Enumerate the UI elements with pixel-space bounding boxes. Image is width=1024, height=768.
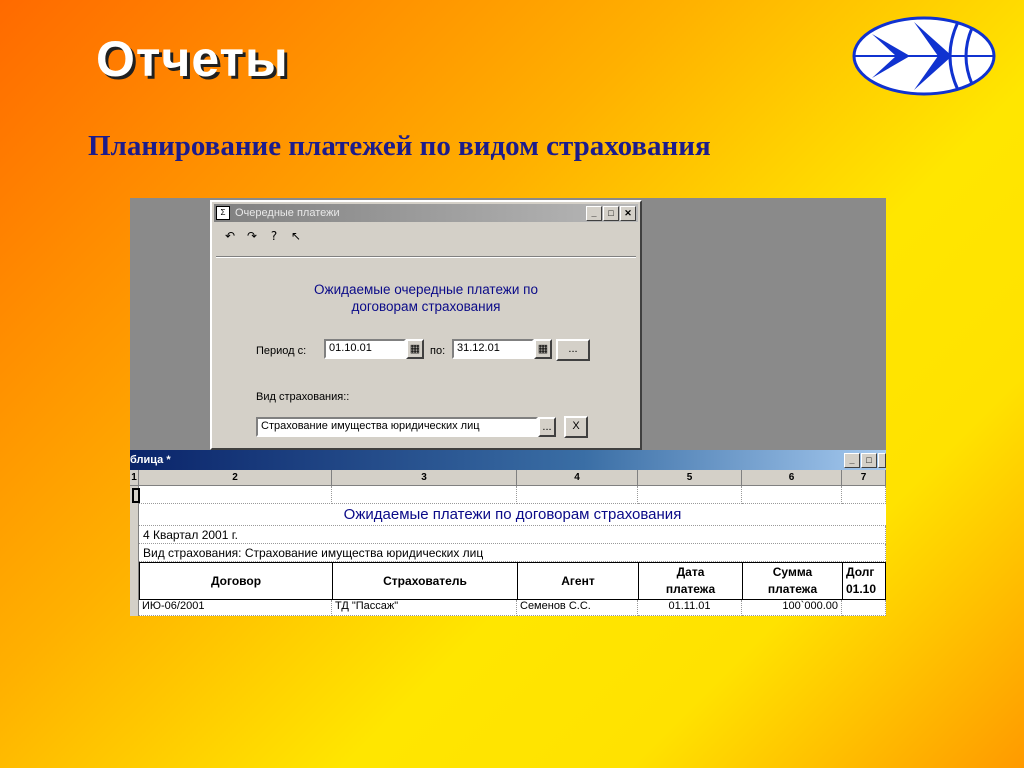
cell-payment-date[interactable]: 01.11.01 <box>638 600 742 616</box>
header-insurer: Страхователь <box>332 562 518 600</box>
column-header[interactable]: 4 <box>517 470 638 486</box>
header-payment-date: Дата платежа <box>638 562 743 600</box>
payments-dialog: Σ Очередные платежи _ □ ✕ ↶ ↷ ? ↖ Ожидае… <box>210 200 642 450</box>
period-to-input[interactable]: 31.12.01 <box>452 339 534 359</box>
grid-cell[interactable] <box>742 486 842 504</box>
grid-cell[interactable] <box>332 486 517 504</box>
insurance-type-select-button[interactable]: ... <box>538 417 556 437</box>
row-header-strip <box>130 486 139 616</box>
header-agent: Агент <box>517 562 639 600</box>
grid-cell[interactable] <box>638 486 742 504</box>
company-logo <box>852 16 996 96</box>
report-period: 4 Квартал 2001 г. <box>139 526 886 544</box>
table-minimize-button[interactable]: _ <box>844 452 860 468</box>
context-help-icon[interactable]: ↖ <box>288 228 304 244</box>
calendar-to-icon[interactable]: ▦ <box>534 339 552 359</box>
calendar-from-icon[interactable]: ▦ <box>406 339 424 359</box>
period-select-button[interactable]: ... <box>556 339 590 361</box>
column-header[interactable]: 1 <box>130 470 139 486</box>
dialog-title: Очередные платежи <box>235 207 340 219</box>
app-icon: Σ <box>216 206 230 220</box>
cell-contract[interactable]: ИЮ-06/2001 <box>139 600 332 616</box>
table-titlebar[interactable]: блица * _ □ <box>130 450 886 470</box>
column-header[interactable]: 3 <box>332 470 517 486</box>
column-header[interactable]: 6 <box>742 470 842 486</box>
insurance-type-label: Вид страхования:: <box>256 391 350 403</box>
table-maximize-button[interactable]: □ <box>861 452 877 468</box>
report-title: Ожидаемые платежи по договорам страхован… <box>139 504 886 526</box>
grid-cell[interactable] <box>517 486 638 504</box>
grid-cell[interactable] <box>139 486 332 504</box>
help-icon[interactable]: ? <box>266 228 282 244</box>
period-from-label: Период с: <box>256 345 307 357</box>
header-debt: Долг 01.10 <box>842 562 886 600</box>
cell-payment-amount[interactable]: 100`000.00 <box>742 600 842 616</box>
period-to-label: по: <box>430 345 446 357</box>
insurance-type-input[interactable]: Страхование имущества юридических лиц <box>256 417 538 437</box>
column-header[interactable]: 7 <box>842 470 886 486</box>
report-table-window: блица * _ □ 1 2 3 4 5 6 7 Ожидаемые плат… <box>130 450 886 616</box>
close-button[interactable]: ✕ <box>620 205 636 221</box>
dialog-heading: Ожидаемые очередные платежи по договорам… <box>216 281 636 315</box>
header-contract: Договор <box>139 562 333 600</box>
redo-icon[interactable]: ↷ <box>244 228 260 244</box>
dialog-body: Ожидаемые очередные платежи по договорам… <box>216 256 636 448</box>
cell-insurer[interactable]: ТД "Пассаж" <box>332 600 517 616</box>
minimize-button[interactable]: _ <box>586 205 602 221</box>
grid-cell[interactable] <box>842 486 886 504</box>
screenshot-area: Σ Очередные платежи _ □ ✕ ↶ ↷ ? ↖ Ожидае… <box>130 198 886 616</box>
slide-subtitle: Планирование платежей по видом страхован… <box>88 130 711 162</box>
header-payment-amount: Сумма платежа <box>742 562 843 600</box>
clear-insurance-type-button[interactable]: X <box>564 416 588 438</box>
cell-debt[interactable] <box>842 600 886 616</box>
maximize-button[interactable]: □ <box>603 205 619 221</box>
report-insurance-type: Вид страхования: Страхование имущества ю… <box>139 544 886 562</box>
column-header[interactable]: 5 <box>638 470 742 486</box>
dialog-toolbar: ↶ ↷ ? ↖ <box>212 224 640 248</box>
dialog-heading-line1: Ожидаемые очередные платежи по <box>314 282 538 297</box>
spreadsheet-grid[interactable]: 1 2 3 4 5 6 7 Ожидаемые платежи по догов… <box>130 470 886 616</box>
table-window-title: блица * <box>130 454 171 466</box>
period-from-input[interactable]: 01.10.01 <box>324 339 406 359</box>
column-header[interactable]: 2 <box>139 470 332 486</box>
dialog-titlebar[interactable]: Σ Очередные платежи _ □ ✕ <box>214 204 638 222</box>
slide-title: Отчеты <box>96 31 289 87</box>
dialog-heading-line2: договорам страхования <box>351 299 501 314</box>
table-close-button[interactable] <box>878 452 886 468</box>
cell-agent[interactable]: Семенов С.С. <box>517 600 638 616</box>
undo-icon[interactable]: ↶ <box>222 228 238 244</box>
